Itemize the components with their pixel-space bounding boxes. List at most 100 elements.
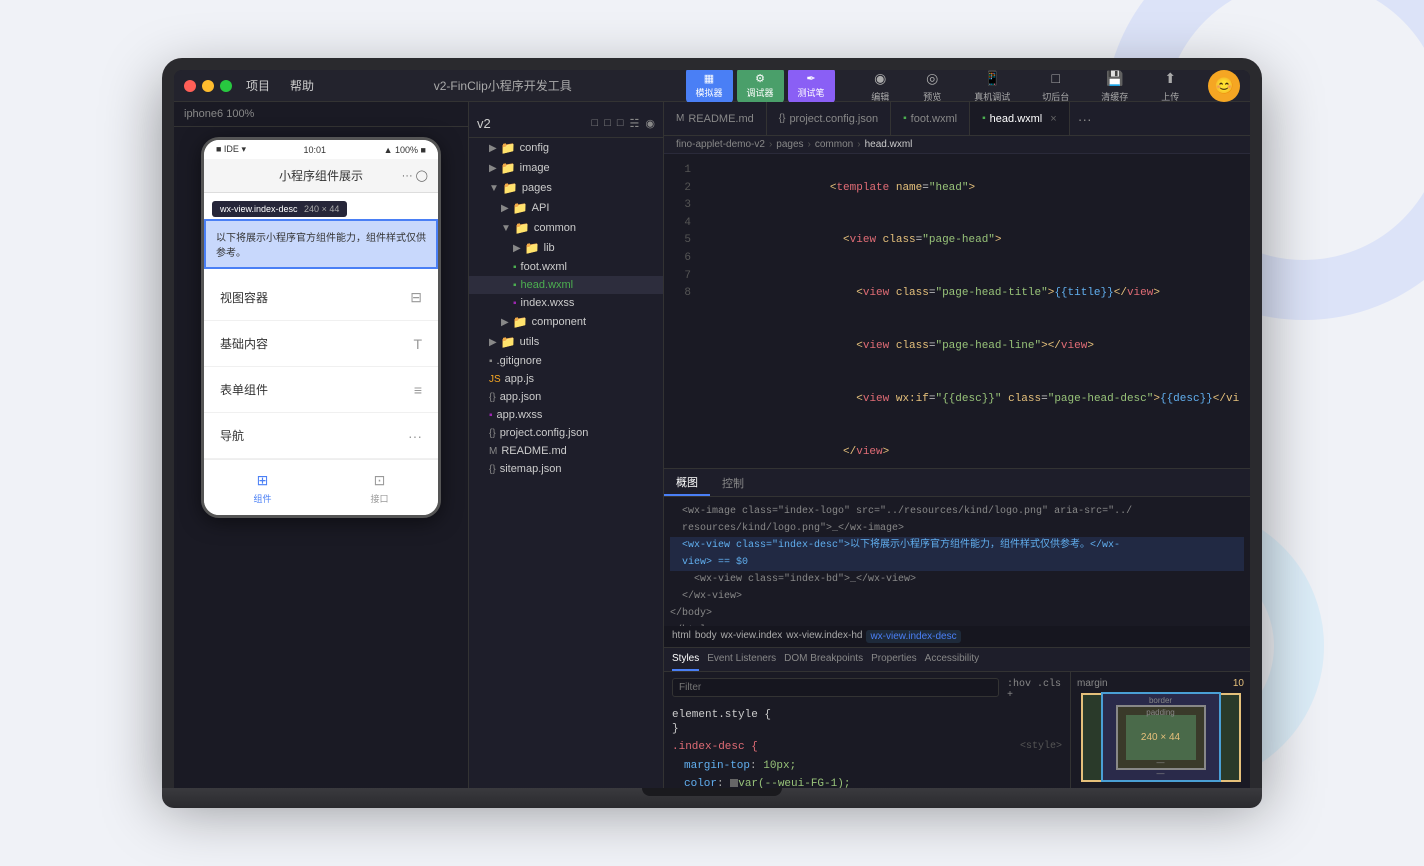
tree-item-index-wxss[interactable]: ▪ index.wxss: [469, 294, 663, 312]
style-rule-index-desc: .index-desc { <style> margin-top: 10px; …: [672, 741, 1062, 789]
tree-item-pages[interactable]: ▼ 📁 pages: [469, 178, 663, 198]
bottom-panel: 概图 控制 <wx-image class="index-logo" src="…: [664, 468, 1250, 788]
tab-more-button[interactable]: ···: [1070, 111, 1100, 127]
mode-test-button[interactable]: ✒ 测试笔: [788, 70, 835, 103]
box-model-diagram: margin border — padding: [1081, 693, 1241, 783]
el-bread-wxview-desc[interactable]: wx-view.index-desc: [866, 630, 960, 643]
window-controls: [184, 80, 232, 92]
phone-highlight-section: wx-view.index-desc 240 × 44 以下将展示小程序官方组件…: [204, 193, 438, 275]
box-model-panel: margin 10 margin border —: [1070, 672, 1250, 789]
styles-filter-input[interactable]: [672, 678, 999, 697]
list-item-3[interactable]: 导航 ···: [204, 413, 438, 459]
tree-item-app-json[interactable]: {} app.json: [469, 388, 663, 406]
inspector-tab-overview[interactable]: 概图: [664, 469, 710, 496]
tree-item-image[interactable]: ▶ 📁 image: [469, 158, 663, 178]
el-bread-wxview-hd[interactable]: wx-view.index-hd: [786, 630, 862, 643]
laptop-container: 项目 帮助 v2-FinClip小程序开发工具 ▦ 模拟器 ⚙ 调试器 ✒: [162, 58, 1262, 808]
tab-readme[interactable]: M README.md: [664, 102, 767, 135]
phone-simulator: iphone6 100% ■ IDE ▾ 10:01 ▲ 100% ■: [174, 102, 469, 788]
styles-tab-properties[interactable]: Properties: [871, 648, 917, 671]
code-lines[interactable]: <template name="head"> <view class="page…: [699, 154, 1250, 468]
code-line-5: <view wx:if="{{desc}}" class="page-head-…: [711, 373, 1238, 426]
html-viewer[interactable]: <wx-image class="index-logo" src="../res…: [664, 497, 1250, 626]
menu-project[interactable]: 项目: [240, 73, 276, 98]
code-line-2: <view class="page-head">: [711, 215, 1238, 268]
element-tooltip: wx-view.index-desc 240 × 44: [212, 201, 347, 217]
window-close-button[interactable]: [184, 80, 196, 92]
tree-item-component[interactable]: ▶ 📁 component: [469, 312, 663, 332]
styles-panel[interactable]: :hov .cls + element.style { } .index-: [664, 672, 1070, 789]
tree-item-app-wxss[interactable]: ▪ app.wxss: [469, 406, 663, 424]
list-item-1[interactable]: 基础内容 T: [204, 321, 438, 367]
tree-item-app-js[interactable]: JS app.js: [469, 370, 663, 388]
inspector-top-tabs: 概图 控制: [664, 469, 1250, 497]
tree-item-head-wxml[interactable]: ▪ head.wxml: [469, 276, 663, 294]
tree-icon-5[interactable]: ◉: [645, 117, 655, 130]
tree-item-utils[interactable]: ▶ 📁 utils: [469, 332, 663, 352]
tree-item-config[interactable]: ▶ 📁 config: [469, 138, 663, 158]
phone-bottom-nav: ⊞ 组件 ⊡ 接口: [204, 459, 438, 515]
tree-actions: □ □ □ ☵ ◉: [592, 117, 655, 130]
user-avatar[interactable]: 😊: [1208, 70, 1240, 102]
window-minimize-button[interactable]: [202, 80, 214, 92]
tree-item-readme[interactable]: M README.md: [469, 442, 663, 460]
phone-nav-components[interactable]: ⊞ 组件: [253, 470, 273, 505]
toolbar-device-debug-button[interactable]: 📱 真机调试: [968, 70, 1016, 105]
toolbar-edit-button[interactable]: ◉ 编辑: [864, 70, 896, 105]
components-icon: ⊞: [253, 470, 273, 490]
tree-item-common[interactable]: ▼ 📁 common: [469, 218, 663, 238]
tree-icon-1[interactable]: □: [592, 117, 599, 130]
phone-content: wx-view.index-desc 240 × 44 以下将展示小程序官方组件…: [204, 193, 438, 459]
code-scroll-area[interactable]: 1 2 3 4 5 6 7 8 <templa: [664, 154, 1250, 468]
tab-foot-wxml[interactable]: ▪ foot.wxml: [891, 102, 970, 135]
tree-item-project-config[interactable]: {} project.config.json: [469, 424, 663, 442]
styles-tab-dom-breakpoints[interactable]: DOM Breakpoints: [784, 648, 863, 671]
el-bread-wxview-index[interactable]: wx-view.index: [721, 630, 783, 643]
tree-item-api[interactable]: ▶ 📁 API: [469, 198, 663, 218]
app-title: v2-FinClip小程序开发工具: [328, 77, 677, 94]
tree-root-header: v2 □ □ □ ☵ ◉: [469, 110, 663, 138]
mode-debugger-button[interactable]: ⚙ 调试器: [737, 70, 784, 103]
tree-item-foot-wxml[interactable]: ▪ foot.wxml: [469, 258, 663, 276]
title-bar: 项目 帮助 v2-FinClip小程序开发工具 ▦ 模拟器 ⚙ 调试器 ✒: [174, 70, 1250, 102]
el-bread-html[interactable]: html: [672, 630, 691, 643]
window-maximize-button[interactable]: [220, 80, 232, 92]
tab-close-head-wxml[interactable]: ×: [1050, 113, 1056, 125]
inspector-tab-control[interactable]: 控制: [710, 469, 756, 496]
tab-project-config[interactable]: {} project.config.json: [767, 102, 891, 135]
html-content: <wx-image class="index-logo" src="../res…: [670, 503, 1244, 626]
toolbar-background-button[interactable]: □ 切后台: [1036, 70, 1075, 105]
code-editor: M README.md {} project.config.json ▪ foo…: [664, 102, 1250, 788]
styles-tab-event-listeners[interactable]: Event Listeners: [707, 648, 776, 671]
laptop-base: [162, 788, 1262, 808]
tree-icon-4[interactable]: ☵: [630, 117, 640, 130]
box-model-content: 240 × 44: [1126, 715, 1196, 760]
code-content-area: 1 2 3 4 5 6 7 8 <templa: [664, 154, 1250, 468]
phone-device: ■ IDE ▾ 10:01 ▲ 100% ■ 小程序组件展示 ··· ◯: [201, 137, 441, 518]
styles-tabs: Styles Event Listeners DOM Breakpoints P…: [664, 648, 1250, 672]
list-item-2[interactable]: 表单组件 ≡: [204, 367, 438, 413]
styles-area: :hov .cls + element.style { } .index-: [664, 672, 1250, 789]
simulator-header: iphone6 100%: [174, 102, 468, 127]
tree-item-sitemap[interactable]: {} sitemap.json: [469, 460, 663, 478]
mode-simulator-button[interactable]: ▦ 模拟器: [686, 70, 733, 103]
styles-tab-accessibility[interactable]: Accessibility: [925, 648, 979, 671]
tree-icon-3[interactable]: □: [617, 117, 624, 130]
tab-head-wxml[interactable]: ▪ head.wxml ×: [970, 102, 1070, 135]
code-line-3: <view class="page-head-title">{{title}}<…: [711, 268, 1238, 321]
code-line-6: </view>: [711, 426, 1238, 468]
styles-tab-styles[interactable]: Styles: [672, 648, 699, 671]
tree-item-gitignore[interactable]: ▪ .gitignore: [469, 352, 663, 370]
phone-list: 视图容器 ⊟ 基础内容 T 表单组件 ≡: [204, 275, 438, 459]
toolbar-cache-button[interactable]: 💾 清缓存: [1095, 70, 1134, 105]
menu-help[interactable]: 帮助: [284, 73, 320, 98]
laptop-body: 项目 帮助 v2-FinClip小程序开发工具 ▦ 模拟器 ⚙ 调试器 ✒: [162, 58, 1262, 788]
el-bread-body[interactable]: body: [695, 630, 717, 643]
laptop-notch: [642, 788, 782, 796]
toolbar-preview-button[interactable]: ◎ 预览: [916, 70, 948, 105]
tree-item-lib[interactable]: ▶ 📁 lib: [469, 238, 663, 258]
phone-nav-api[interactable]: ⊡ 接口: [370, 470, 390, 505]
list-item-0[interactable]: 视图容器 ⊟: [204, 275, 438, 321]
tree-icon-2[interactable]: □: [604, 117, 611, 130]
toolbar-upload-button[interactable]: ⬆ 上传: [1154, 70, 1186, 105]
